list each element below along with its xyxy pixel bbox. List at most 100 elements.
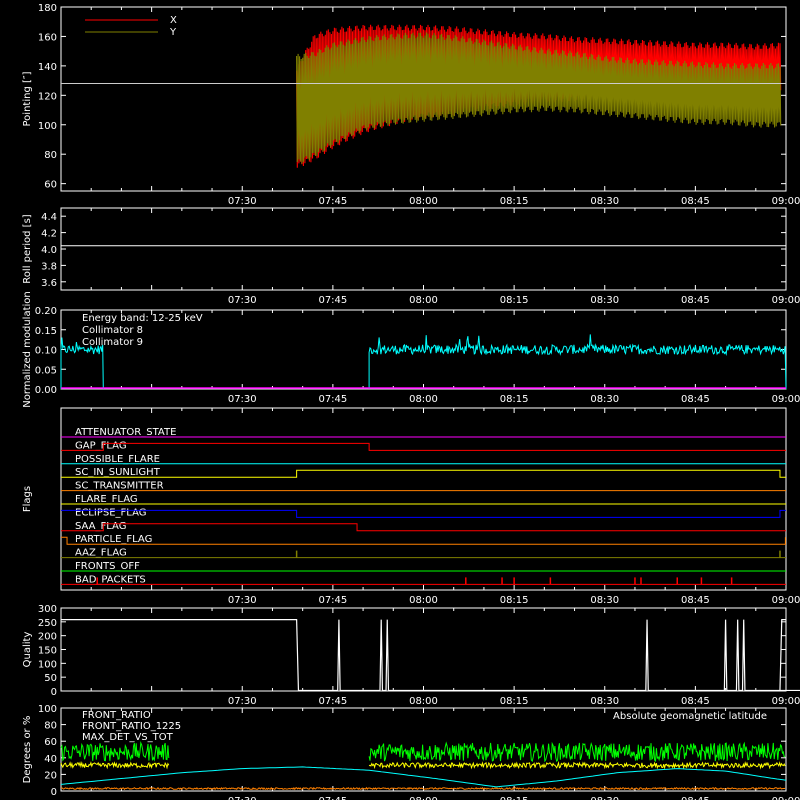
x-tick-label: 08:30 bbox=[590, 295, 619, 306]
x-tick-label: 09:00 bbox=[772, 394, 800, 405]
x-tick-label: 07:30 bbox=[228, 196, 257, 207]
flag-label-fronts-off: FRONTS_OFF bbox=[75, 561, 140, 572]
flag-label-bad-packets: BAD_PACKETS bbox=[75, 574, 146, 585]
x-tick-label: 07:45 bbox=[318, 295, 347, 306]
y-tick-label: 4.2 bbox=[41, 229, 57, 240]
y-tick-label: 20 bbox=[44, 770, 57, 781]
legend-label-collimator-8: Collimator 8 bbox=[82, 325, 143, 336]
legend-label-x: X bbox=[170, 15, 177, 26]
y-tick-label: 4.4 bbox=[41, 212, 57, 223]
flag-label-particle-flag: PARTICLE_FLAG bbox=[75, 534, 152, 545]
y-tick-label: 60 bbox=[44, 180, 57, 191]
y-tick-label: 40 bbox=[44, 754, 57, 765]
x-tick-label: 08:00 bbox=[409, 796, 438, 800]
x-tick-label: 09:00 bbox=[772, 196, 800, 207]
x-tick-label: 08:00 bbox=[409, 295, 438, 306]
y-tick-label: 250 bbox=[38, 618, 57, 629]
flag-label-sc-transmitter: SC_TRANSMITTER bbox=[75, 481, 164, 492]
legend-label-front-ratio-1225: FRONT_RATIO_1225 bbox=[82, 721, 181, 732]
x-tick-label: 07:45 bbox=[318, 595, 347, 606]
geomagnetic-latitude-label: Absolute geomagnetic latitude bbox=[613, 711, 767, 722]
x-tick-label: 07:45 bbox=[318, 196, 347, 207]
x-tick-label: 08:00 bbox=[409, 196, 438, 207]
x-tick-label: 08:30 bbox=[590, 696, 619, 707]
series-front-ratio bbox=[368, 760, 786, 770]
x-tick-label: 09:00 bbox=[772, 796, 800, 800]
x-tick-label: 08:00 bbox=[409, 696, 438, 707]
quality-line bbox=[61, 619, 800, 692]
flag-label-gap-flag: GAP_FLAG bbox=[75, 440, 127, 451]
x-tick-label: 08:45 bbox=[681, 696, 710, 707]
series-front-ratio-1225 bbox=[60, 740, 170, 762]
flag-label-attenuator-state: ATTENUATOR_STATE bbox=[75, 427, 176, 438]
x-tick-label: 08:15 bbox=[500, 295, 529, 306]
plot-frame-4 bbox=[60, 607, 787, 692]
flag-line-particle-flag bbox=[61, 536, 786, 545]
y-axis-label: Degrees or % bbox=[22, 716, 33, 784]
y-tick-label: 80 bbox=[44, 721, 57, 732]
x-tick-label: 08:45 bbox=[681, 796, 710, 800]
x-tick-label: 08:45 bbox=[681, 394, 710, 405]
x-tick-label: 08:15 bbox=[500, 196, 529, 207]
energy-band-label: Energy band: 12-25 keV bbox=[82, 313, 203, 324]
flag-line-saa-flag bbox=[61, 523, 786, 532]
x-tick-label: 08:15 bbox=[500, 394, 529, 405]
x-tick-label: 07:30 bbox=[228, 796, 257, 800]
y-axis-label: Pointing [″] bbox=[22, 71, 33, 126]
x-tick-label: 09:00 bbox=[772, 295, 800, 306]
x-tick-label: 07:45 bbox=[318, 394, 347, 405]
flag-line-sc-in-sunlight bbox=[61, 469, 786, 478]
x-tick-label: 07:30 bbox=[228, 696, 257, 707]
y-axis-label: Quality bbox=[22, 632, 33, 668]
y-tick-label: 80 bbox=[44, 150, 57, 161]
y-axis-label: Roll period [s] bbox=[22, 214, 33, 283]
x-tick-label: 07:45 bbox=[318, 696, 347, 707]
series-front-ratio bbox=[60, 761, 170, 770]
x-tick-label: 09:00 bbox=[772, 595, 800, 606]
y-tick-label: 0 bbox=[51, 787, 57, 798]
x-tick-label: 08:00 bbox=[409, 595, 438, 606]
x-tick-label: 08:45 bbox=[681, 595, 710, 606]
x-tick-label: 08:30 bbox=[590, 595, 619, 606]
y-tick-label: 0 bbox=[51, 687, 57, 698]
y-tick-label: 140 bbox=[38, 62, 57, 73]
flag-line-gap-flag bbox=[61, 442, 786, 451]
y-tick-label: 100 bbox=[38, 121, 57, 132]
x-tick-label: 07:45 bbox=[318, 796, 347, 800]
y-tick-label: 120 bbox=[38, 91, 57, 102]
x-tick-label: 08:30 bbox=[590, 196, 619, 207]
y-tick-label: 0.20 bbox=[35, 306, 57, 317]
x-tick-label: 08:15 bbox=[500, 696, 529, 707]
y-tick-label: 60 bbox=[44, 737, 57, 748]
figure: 07:30 07:45 08:00 08:15 08:30 08:45 09:00 Point… bbox=[22, 3, 800, 800]
x-tick-label: 08:45 bbox=[681, 295, 710, 306]
y-tick-label: 100 bbox=[38, 659, 57, 670]
plot-frame-1 bbox=[60, 207, 787, 291]
legend-label-max-det-vs-tot: MAX_DET_VS_TOT bbox=[82, 732, 174, 743]
y-tick-label: 160 bbox=[38, 32, 57, 43]
y-tick-label: 3.6 bbox=[41, 278, 57, 289]
legend-label-collimator-9: Collimator 9 bbox=[82, 337, 143, 348]
y-tick-label: 0.15 bbox=[35, 326, 57, 337]
y-tick-label: 300 bbox=[38, 604, 57, 615]
y-tick-label: 3.8 bbox=[41, 261, 57, 272]
y-tick-label: 200 bbox=[38, 632, 57, 643]
y-tick-label: 0.10 bbox=[35, 346, 57, 357]
y-tick-label: 0.05 bbox=[35, 365, 57, 376]
x-tick-label: 08:15 bbox=[500, 595, 529, 606]
y-tick-label: 180 bbox=[38, 3, 57, 14]
flag-label-sc-in-sunlight: SC_IN_SUNLIGHT bbox=[75, 467, 161, 478]
y-tick-label: 50 bbox=[44, 673, 57, 684]
y-tick-label: 0.00 bbox=[35, 385, 57, 396]
x-tick-label: 09:00 bbox=[772, 696, 800, 707]
x-tick-label: 07:30 bbox=[228, 394, 257, 405]
collimator-8-line bbox=[368, 334, 787, 390]
x-tick-label: 08:30 bbox=[590, 394, 619, 405]
x-tick-label: 08:15 bbox=[500, 796, 529, 800]
flag-label-flare-flag: FLARE_FLAG bbox=[75, 494, 138, 505]
flag-label-possible-flare: POSSIBLE_FLARE bbox=[75, 454, 160, 465]
pointing-series-group bbox=[296, 24, 782, 168]
geomagnetic-latitude-line bbox=[60, 766, 787, 788]
legend-label-front-ratio: FRONT_RATIO bbox=[82, 710, 151, 721]
x-tick-label: 08:30 bbox=[590, 796, 619, 800]
